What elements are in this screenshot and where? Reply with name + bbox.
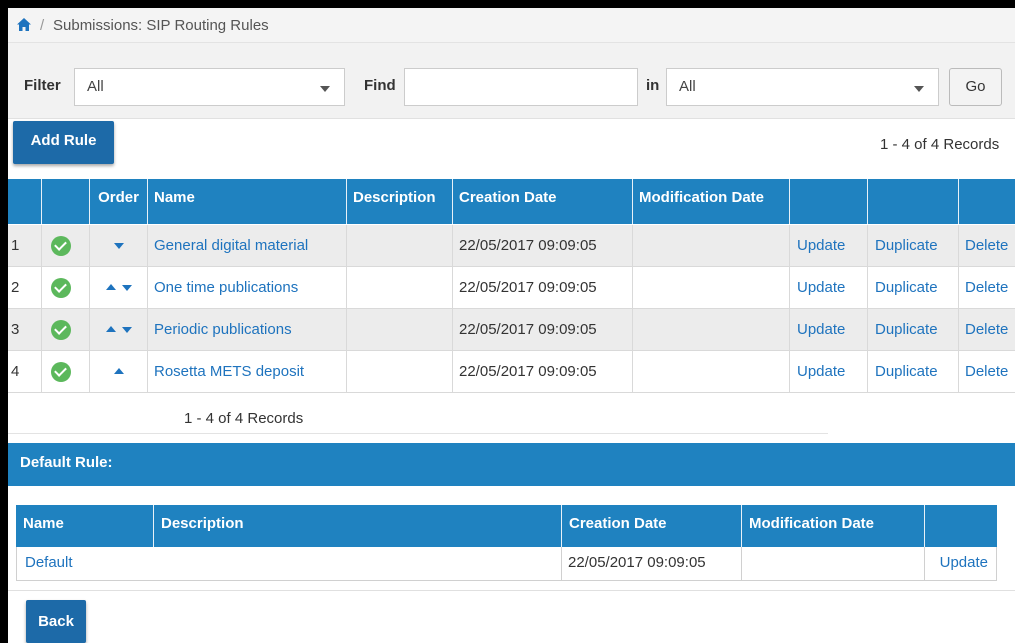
delete-link[interactable]: Delete xyxy=(959,225,1015,266)
delete-link[interactable]: Delete xyxy=(959,309,1015,350)
breadcrumb-separator: / xyxy=(40,17,45,34)
chevron-down-icon xyxy=(914,86,924,92)
default-rule-creation-date: 22/05/2017 09:09:05 xyxy=(562,547,742,580)
filter-select[interactable]: All xyxy=(74,68,345,106)
check-circle-icon xyxy=(51,320,71,340)
in-label: in xyxy=(646,77,660,94)
rule-name-link[interactable]: One time publications xyxy=(148,267,347,308)
default-rule-description xyxy=(154,547,562,580)
col-header-status xyxy=(42,179,90,224)
col-header-duplicate xyxy=(868,179,959,224)
default-update-link[interactable]: Update xyxy=(925,547,996,580)
row-number: 2 xyxy=(8,267,42,308)
default-rule-header: Default Rule: xyxy=(8,443,1015,486)
records-count-top: 1 - 4 of 4 Records xyxy=(880,136,1000,153)
col-header-delete xyxy=(959,179,1015,224)
default-col-header-creation-date[interactable]: Creation Date xyxy=(562,505,742,547)
default-table-header: Name Description Creation Date Modificat… xyxy=(16,505,997,547)
arrow-down-icon[interactable] xyxy=(122,285,132,291)
default-col-header-description[interactable]: Description xyxy=(154,505,562,547)
duplicate-link[interactable]: Duplicate xyxy=(868,351,959,392)
default-col-header-name[interactable]: Name xyxy=(16,505,154,547)
row-number: 3 xyxy=(8,309,42,350)
rule-creation-date: 22/05/2017 09:09:05 xyxy=(453,225,633,266)
order-cell xyxy=(90,267,148,308)
filter-label: Filter xyxy=(24,77,61,94)
find-label: Find xyxy=(364,77,396,94)
order-cell xyxy=(90,309,148,350)
duplicate-link[interactable]: Duplicate xyxy=(868,225,959,266)
rule-name-link[interactable]: Periodic publications xyxy=(148,309,347,350)
divider xyxy=(8,590,1015,591)
rule-modification-date xyxy=(633,225,790,266)
col-header-name[interactable]: Name xyxy=(148,179,347,224)
table-header: Order Name Description Creation Date Mod… xyxy=(8,179,1015,224)
col-header-update xyxy=(790,179,868,224)
arrow-down-icon[interactable] xyxy=(122,327,132,333)
in-select-value: All xyxy=(679,78,696,95)
row-number: 1 xyxy=(8,225,42,266)
find-input[interactable] xyxy=(404,68,638,106)
delete-link[interactable]: Delete xyxy=(959,267,1015,308)
col-header-number xyxy=(8,179,42,224)
add-rule-button[interactable]: Add Rule xyxy=(13,121,114,164)
default-rule-modification-date xyxy=(742,547,925,580)
default-rule-name-link[interactable]: Default xyxy=(17,547,154,580)
row-number: 4 xyxy=(8,351,42,392)
go-button[interactable]: Go xyxy=(949,68,1002,106)
table-row: 1 General digital material 22/05/2017 09… xyxy=(8,225,1015,267)
rule-description xyxy=(347,351,453,392)
delete-link[interactable]: Delete xyxy=(959,351,1015,392)
filter-select-value: All xyxy=(87,78,104,95)
default-col-header-modification-date[interactable]: Modification Date xyxy=(742,505,925,547)
records-count-bottom: 1 - 4 of 4 Records xyxy=(184,410,304,427)
rule-description xyxy=(347,267,453,308)
rule-creation-date: 22/05/2017 09:09:05 xyxy=(453,309,633,350)
update-link[interactable]: Update xyxy=(790,351,868,392)
update-link[interactable]: Update xyxy=(790,309,868,350)
main-panel: / Submissions: SIP Routing Rules Filter … xyxy=(8,8,1015,643)
page-title: Submissions: SIP Routing Rules xyxy=(53,17,269,34)
check-circle-icon xyxy=(51,278,71,298)
duplicate-link[interactable]: Duplicate xyxy=(868,267,959,308)
arrow-down-icon[interactable] xyxy=(114,243,124,249)
home-icon[interactable] xyxy=(17,18,31,35)
col-header-creation-date[interactable]: Creation Date xyxy=(453,179,633,224)
arrow-up-icon[interactable] xyxy=(114,368,124,374)
rule-description xyxy=(347,309,453,350)
update-link[interactable]: Update xyxy=(790,267,868,308)
rule-creation-date: 22/05/2017 09:09:05 xyxy=(453,351,633,392)
in-select[interactable]: All xyxy=(666,68,939,106)
arrow-up-icon[interactable] xyxy=(106,326,116,332)
table-row: 2 One time publications 22/05/2017 09:09… xyxy=(8,267,1015,309)
rule-modification-date xyxy=(633,309,790,350)
arrow-up-icon[interactable] xyxy=(106,284,116,290)
chevron-down-icon xyxy=(320,86,330,92)
check-circle-icon xyxy=(51,362,71,382)
table-row: 4 Rosetta METS deposit 22/05/2017 09:09:… xyxy=(8,351,1015,393)
back-button[interactable]: Back xyxy=(26,600,86,643)
duplicate-link[interactable]: Duplicate xyxy=(868,309,959,350)
check-circle-icon xyxy=(51,236,71,256)
table-row: 3 Periodic publications 22/05/2017 09:09… xyxy=(8,309,1015,351)
default-col-header-actions xyxy=(925,505,997,547)
rule-modification-date xyxy=(633,267,790,308)
rule-name-link[interactable]: Rosetta METS deposit xyxy=(148,351,347,392)
update-link[interactable]: Update xyxy=(790,225,868,266)
default-rule-row: Default 22/05/2017 09:09:05 Update xyxy=(16,547,997,581)
rule-modification-date xyxy=(633,351,790,392)
col-header-order[interactable]: Order xyxy=(90,179,148,224)
col-header-description[interactable]: Description xyxy=(347,179,453,224)
rule-name-link[interactable]: General digital material xyxy=(148,225,347,266)
breadcrumb: / Submissions: SIP Routing Rules xyxy=(8,8,1015,43)
rule-creation-date: 22/05/2017 09:09:05 xyxy=(453,267,633,308)
divider xyxy=(8,433,828,434)
col-header-modification-date[interactable]: Modification Date xyxy=(633,179,790,224)
rule-description xyxy=(347,225,453,266)
filter-bar: Filter All Find in All Go xyxy=(8,43,1015,119)
